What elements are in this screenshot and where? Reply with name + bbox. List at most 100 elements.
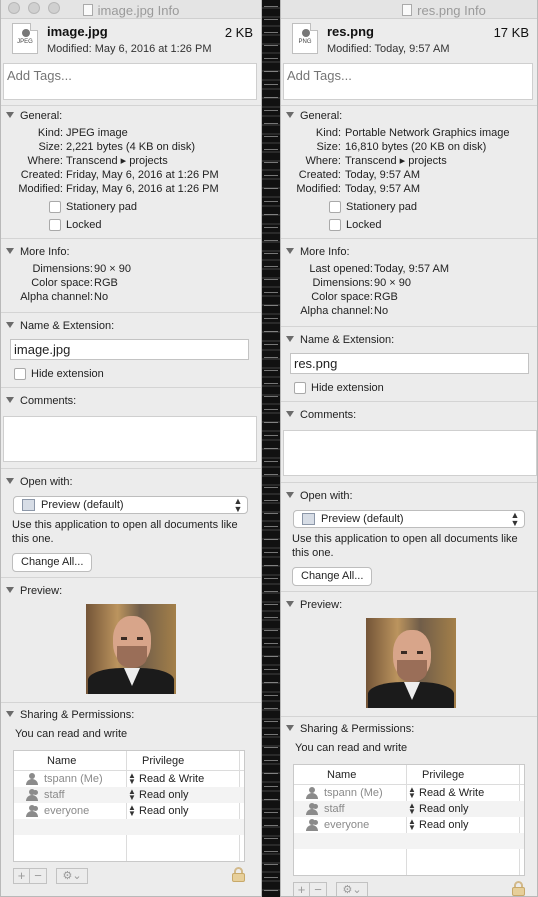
name-extension-disclosure[interactable]: Name & Extension:: [281, 330, 537, 350]
hide-extension-checkbox[interactable]: [294, 382, 306, 394]
action-gear-menu[interactable]: ⚙⌄: [56, 868, 88, 884]
remove-user-button[interactable]: −: [29, 868, 47, 884]
permission-user: everyone: [44, 805, 90, 817]
stationery-checkbox[interactable]: [49, 201, 61, 213]
open-with-popup[interactable]: Preview (default) ▲ ▼: [293, 510, 525, 528]
change-all-button[interactable]: Change All...: [12, 553, 93, 572]
locked-checkbox[interactable]: [329, 219, 341, 231]
disclosure-triangle-icon[interactable]: [286, 112, 294, 118]
open-with-popup[interactable]: Preview (default) ▲ ▼: [13, 496, 248, 514]
general-disclosure[interactable]: General:: [281, 106, 537, 126]
updown-arrows-icon[interactable]: ▲ ▼: [128, 788, 136, 802]
more-info-disclosure[interactable]: More Info:: [1, 242, 261, 262]
add-user-button[interactable]: +: [13, 868, 30, 884]
name-column-header[interactable]: Name: [327, 765, 356, 785]
permission-row[interactable]: staff ▲ ▼ Read only: [14, 787, 244, 803]
name-field[interactable]: res.png: [290, 353, 529, 374]
last-opened-label: Last opened:: [309, 263, 373, 275]
created-value: Today, 9:57 AM: [345, 169, 421, 181]
permission-row[interactable]: everyone ▲ ▼ Read only: [14, 803, 244, 819]
size-row: Size: 2,221 bytes (4 KB on disk): [1, 140, 261, 154]
comments-disclosure[interactable]: Comments:: [281, 405, 537, 425]
permission-privilege[interactable]: Read only: [139, 787, 189, 803]
permission-privilege[interactable]: Read only: [419, 817, 469, 833]
tags-field[interactable]: [3, 63, 257, 100]
comments-field[interactable]: [283, 430, 537, 476]
tags-input[interactable]: [4, 64, 256, 87]
everyone-icon: [306, 819, 318, 831]
locked-checkbox[interactable]: [49, 219, 61, 231]
title-bar[interactable]: res.png Info: [281, 0, 537, 19]
disclosure-triangle-icon[interactable]: [286, 248, 294, 254]
add-user-button[interactable]: +: [293, 882, 310, 896]
permission-row[interactable]: tspann (Me) ▲ ▼ Read & Write: [14, 771, 244, 787]
disclosure-triangle-icon[interactable]: [286, 725, 294, 731]
remove-user-button[interactable]: −: [309, 882, 327, 896]
disclosure-triangle-icon[interactable]: [6, 112, 14, 118]
updown-arrows-icon[interactable]: ▲ ▼: [408, 818, 416, 832]
title-bar[interactable]: image.jpg Info: [1, 0, 261, 19]
lock-icon[interactable]: [232, 867, 245, 882]
sharing-permissions-section: Sharing & Permissions: You can read and …: [1, 702, 261, 887]
open-with-disclosure[interactable]: Open with:: [1, 472, 261, 492]
hide-extension-label: Hide extension: [311, 382, 384, 394]
permission-privilege[interactable]: Read only: [419, 801, 469, 817]
file-name: res.png: [327, 24, 374, 39]
disclosure-triangle-icon[interactable]: [6, 478, 14, 484]
comments-disclosure[interactable]: Comments:: [1, 391, 261, 411]
permission-privilege[interactable]: Read only: [139, 803, 189, 819]
file-header: JPEG image.jpg 2 KB Modified: May 6, 201…: [1, 19, 261, 59]
privilege-column-header[interactable]: Privilege: [142, 751, 184, 771]
stationery-label: Stationery pad: [346, 201, 417, 213]
general-disclosure[interactable]: General:: [1, 106, 261, 126]
name-field[interactable]: image.jpg: [10, 339, 249, 360]
disclosure-triangle-icon[interactable]: [6, 322, 14, 328]
permission-row[interactable]: tspann (Me) ▲ ▼ Read & Write: [294, 785, 524, 801]
permission-row[interactable]: staff ▲ ▼ Read only: [294, 801, 524, 817]
preview-app-icon: [22, 499, 35, 511]
permission-user: staff: [324, 803, 345, 815]
sharing-disclosure[interactable]: Sharing & Permissions:: [281, 719, 537, 739]
disclosure-triangle-icon[interactable]: [6, 711, 14, 717]
stationery-checkbox[interactable]: [329, 201, 341, 213]
disclosure-triangle-icon[interactable]: [286, 336, 294, 342]
lock-icon[interactable]: [512, 881, 525, 896]
color-space-label: Color space:: [311, 291, 373, 303]
disclosure-triangle-icon[interactable]: [6, 587, 14, 593]
name-extension-disclosure[interactable]: Name & Extension:: [1, 316, 261, 336]
preview-disclosure[interactable]: Preview:: [281, 595, 537, 615]
locked-label: Locked: [346, 219, 382, 231]
tags-field[interactable]: [283, 63, 533, 100]
disclosure-triangle-icon[interactable]: [286, 601, 294, 607]
disclosure-triangle-icon[interactable]: [6, 397, 14, 403]
disclosure-triangle-icon[interactable]: [6, 248, 14, 254]
kind-label: Kind:: [37, 127, 63, 139]
updown-arrows-icon[interactable]: ▲ ▼: [408, 802, 416, 816]
more-info-disclosure[interactable]: More Info:: [281, 242, 537, 262]
more-info-details: Dimensions: 90 × 90 Color space: RGB Alpha…: [1, 262, 261, 306]
created-label: Created:: [298, 169, 341, 181]
disclosure-triangle-icon[interactable]: [286, 492, 294, 498]
permission-row[interactable]: everyone ▲ ▼ Read only: [294, 817, 524, 833]
where-row: Where: Transcend ▸ projects: [281, 154, 537, 168]
preview-disclosure[interactable]: Preview:: [1, 581, 261, 601]
comments-field[interactable]: [3, 416, 257, 462]
last-opened-row: Last opened: Today, 9:57 AM: [281, 262, 537, 276]
name-column-header[interactable]: Name: [47, 751, 76, 771]
tags-input[interactable]: [284, 64, 532, 87]
open-with-disclosure[interactable]: Open with:: [281, 486, 537, 506]
hide-extension-checkbox[interactable]: [14, 368, 26, 380]
action-gear-menu[interactable]: ⚙⌄: [336, 882, 368, 896]
updown-arrows-icon[interactable]: ▲ ▼: [128, 804, 136, 818]
permission-privilege[interactable]: Read & Write: [139, 771, 204, 787]
sharing-disclosure[interactable]: Sharing & Permissions:: [1, 705, 261, 725]
disclosure-triangle-icon[interactable]: [286, 411, 294, 417]
alpha-label: Alpha channel:: [20, 291, 93, 303]
change-all-button[interactable]: Change All...: [292, 567, 373, 586]
kind-label: Kind:: [315, 127, 341, 139]
privilege-column-header[interactable]: Privilege: [422, 765, 464, 785]
updown-arrows-icon[interactable]: ▲ ▼: [408, 786, 416, 800]
open-with-section: Open with: Preview (default) ▲ ▼ Use this…: [281, 482, 537, 586]
permission-privilege[interactable]: Read & Write: [419, 785, 484, 801]
updown-arrows-icon[interactable]: ▲ ▼: [128, 772, 136, 786]
